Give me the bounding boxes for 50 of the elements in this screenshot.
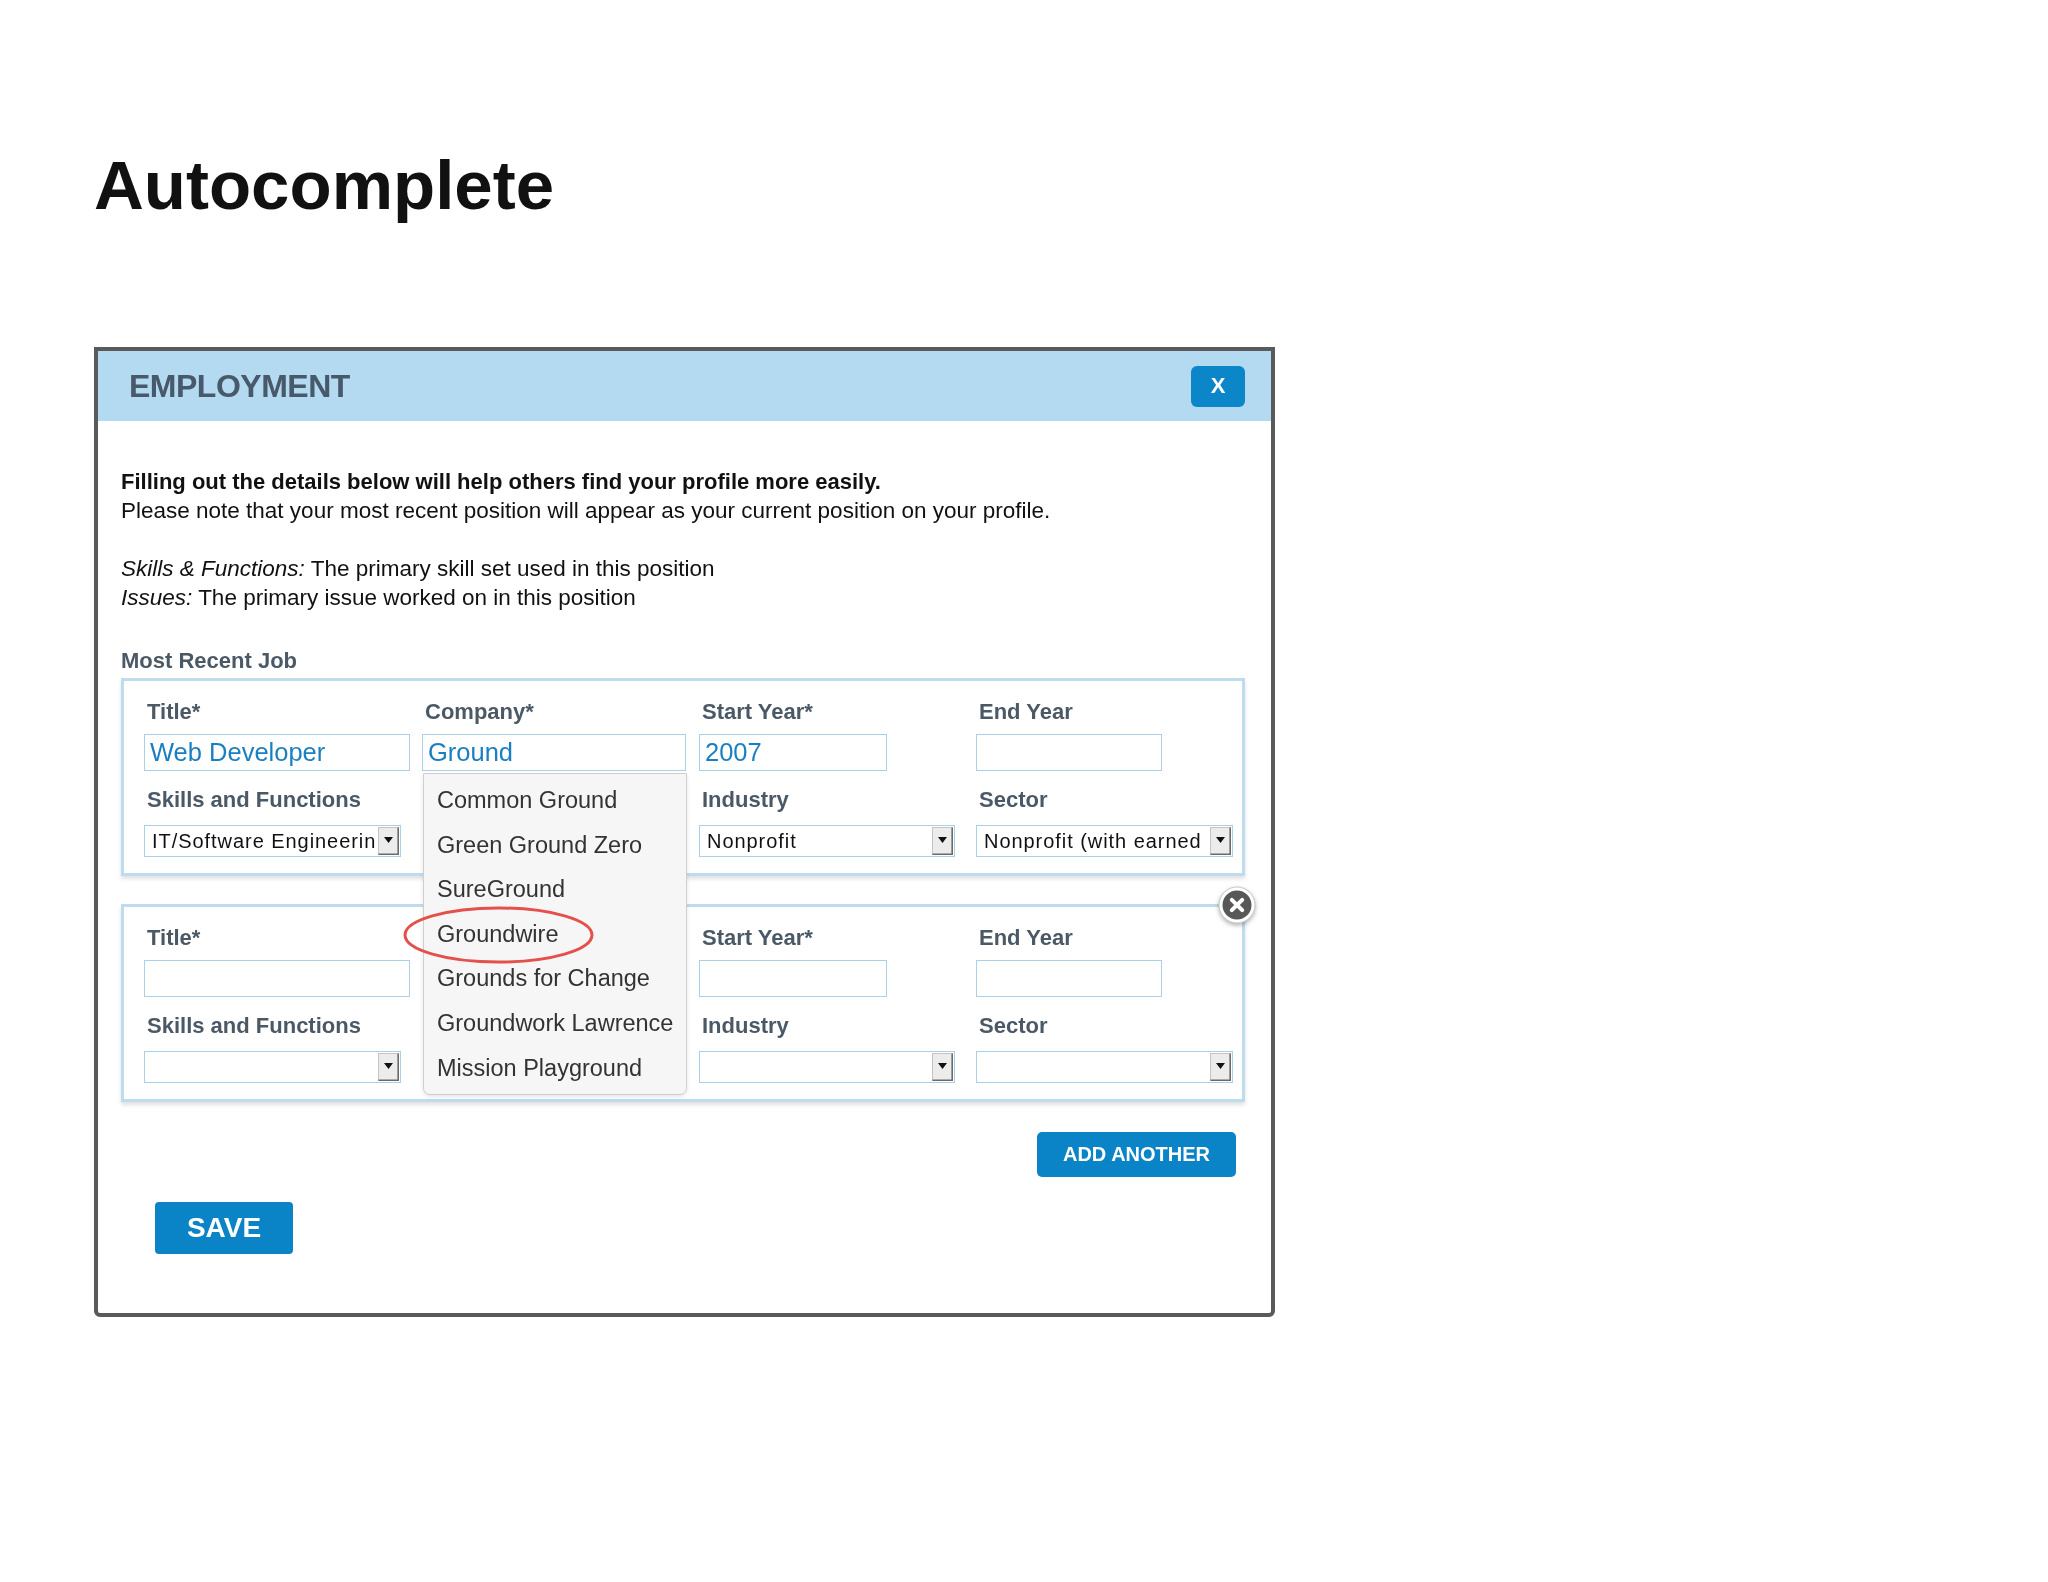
dropdown-select[interactable] [976, 1051, 1233, 1083]
text-input[interactable] [144, 960, 410, 997]
field-label: End Year [978, 699, 1073, 725]
suggestion-item[interactable]: Green Ground Zero [424, 822, 686, 868]
suggestion-item[interactable]: Mission Playground [424, 1045, 686, 1091]
field-label: Company* [424, 699, 534, 725]
intro-lead-text: Filling out the details below will help others find your profile more easily. [121, 468, 881, 496]
caret-icon [378, 827, 399, 855]
suggestion-item[interactable]: Groundwire [424, 911, 686, 957]
field-label: Industry [701, 787, 789, 813]
suggestion-item[interactable]: Groundwork Lawrence [424, 1000, 686, 1046]
dropdown-select[interactable]: Nonprofit (with earned [976, 825, 1233, 857]
definition-text: Issues: The primary issue worked on in this position [121, 584, 636, 612]
text-input[interactable]: Web Developer [144, 734, 410, 771]
text-input[interactable]: Ground [422, 734, 686, 771]
dropdown-select[interactable]: IT/Software Engineerin [144, 825, 401, 857]
dropdown-select[interactable] [699, 1051, 955, 1083]
text-input[interactable] [976, 734, 1162, 771]
caret-icon [1210, 827, 1231, 855]
field-label: Skills and Functions [146, 1013, 361, 1039]
caret-icon [932, 827, 953, 855]
page-title: Autocomplete [94, 147, 555, 225]
field-label: Industry [701, 1013, 789, 1039]
dropdown-select[interactable]: Nonprofit [699, 825, 955, 857]
field-label: Title* [146, 925, 201, 951]
field-label: Sector [978, 1013, 1048, 1039]
caret-icon [932, 1053, 953, 1081]
close-button[interactable]: X [1191, 365, 1245, 407]
text-input[interactable] [699, 960, 887, 997]
field-label: Start Year* [701, 925, 813, 951]
caret-icon [378, 1053, 399, 1081]
text-input[interactable] [976, 960, 1162, 997]
field-label: Skills and Functions [146, 787, 361, 813]
field-label: End Year [978, 925, 1073, 951]
dialog-title: EMPLOYMENT [129, 367, 350, 405]
remove-circle-icon[interactable] [1218, 886, 1256, 924]
suggestion-item[interactable]: SureGround [424, 867, 686, 912]
definition-text: Skills & Functions: The primary skill set used in this position [121, 555, 715, 583]
field-label: Sector [978, 787, 1048, 813]
text-input[interactable]: 2007 [699, 734, 887, 771]
field-label: Start Year* [701, 699, 813, 725]
section-label: Most Recent Job [121, 648, 298, 674]
save-button[interactable]: SAVE [155, 1202, 293, 1254]
suggestion-item[interactable]: Common Ground [424, 778, 686, 823]
intro-note-text: Please note that your most recent position will appear as your current position on your profile. [121, 497, 1051, 525]
field-label: Title* [146, 699, 201, 725]
add-another-button[interactable]: ADD ANOTHER [1037, 1132, 1236, 1177]
caret-icon [1210, 1053, 1231, 1081]
suggestion-item[interactable]: Grounds for Change [424, 956, 686, 1001]
dropdown-select[interactable] [144, 1051, 401, 1083]
